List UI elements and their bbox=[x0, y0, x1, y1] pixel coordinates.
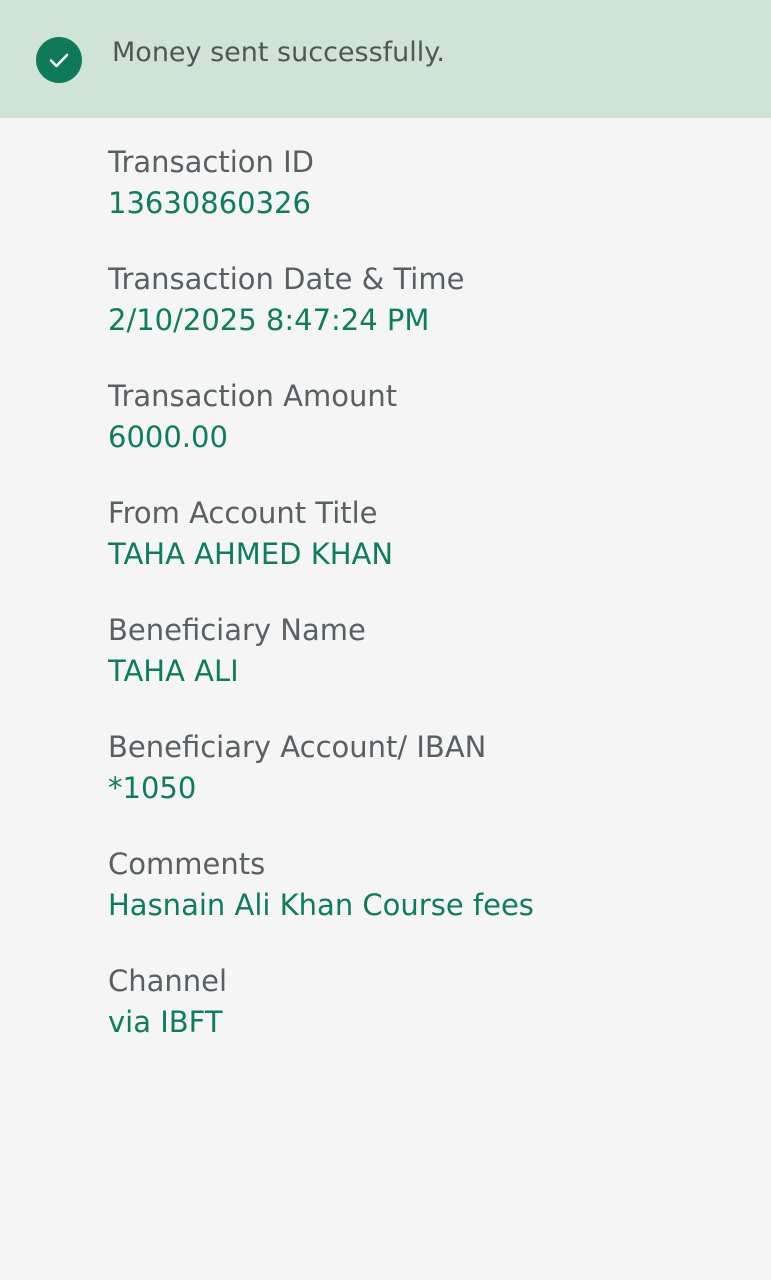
detail-label: Transaction ID bbox=[108, 145, 315, 179]
detail-value: Hasnain Ali Khan Course fees bbox=[108, 888, 534, 922]
detail-value: 6000.00 bbox=[108, 420, 228, 454]
detail-value: 13630860326 bbox=[108, 186, 311, 220]
detail-comments: Comments Hasnain Ali Khan Course fees bbox=[108, 845, 748, 962]
detail-value: *1050 bbox=[108, 771, 197, 805]
success-banner: Money sent successfully. bbox=[0, 0, 771, 118]
detail-transaction-date-time: Transaction Date & Time 2/10/2025 8:47:2… bbox=[108, 260, 748, 377]
detail-value: TAHA ALI bbox=[108, 654, 239, 688]
detail-label: Beneficiary Account/ IBAN bbox=[108, 730, 487, 764]
detail-beneficiary-name: Beneficiary Name TAHA ALI bbox=[108, 611, 748, 728]
detail-transaction-id: Transaction ID 13630860326 bbox=[108, 143, 748, 260]
detail-label: Channel bbox=[108, 964, 228, 998]
detail-label: Transaction Amount bbox=[108, 379, 398, 413]
detail-channel: Channel via IBFT bbox=[108, 962, 748, 1079]
detail-label: Beneficiary Name bbox=[108, 613, 366, 647]
detail-value: via IBFT bbox=[108, 1005, 223, 1039]
detail-label: Transaction Date & Time bbox=[108, 262, 465, 296]
detail-beneficiary-account: Beneficiary Account/ IBAN *1050 bbox=[108, 728, 748, 845]
detail-transaction-amount: Transaction Amount 6000.00 bbox=[108, 377, 748, 494]
detail-value: 2/10/2025 8:47:24 PM bbox=[108, 303, 430, 337]
check-circle-icon bbox=[36, 37, 82, 83]
transaction-details: Transaction ID 13630860326 Transaction D… bbox=[108, 143, 748, 1079]
detail-label: From Account Title bbox=[108, 496, 378, 530]
detail-from-account-title: From Account Title TAHA AHMED KHAN bbox=[108, 494, 748, 611]
detail-value: TAHA AHMED KHAN bbox=[108, 537, 394, 571]
success-message: Money sent successfully. bbox=[112, 37, 446, 68]
detail-label: Comments bbox=[108, 847, 266, 881]
